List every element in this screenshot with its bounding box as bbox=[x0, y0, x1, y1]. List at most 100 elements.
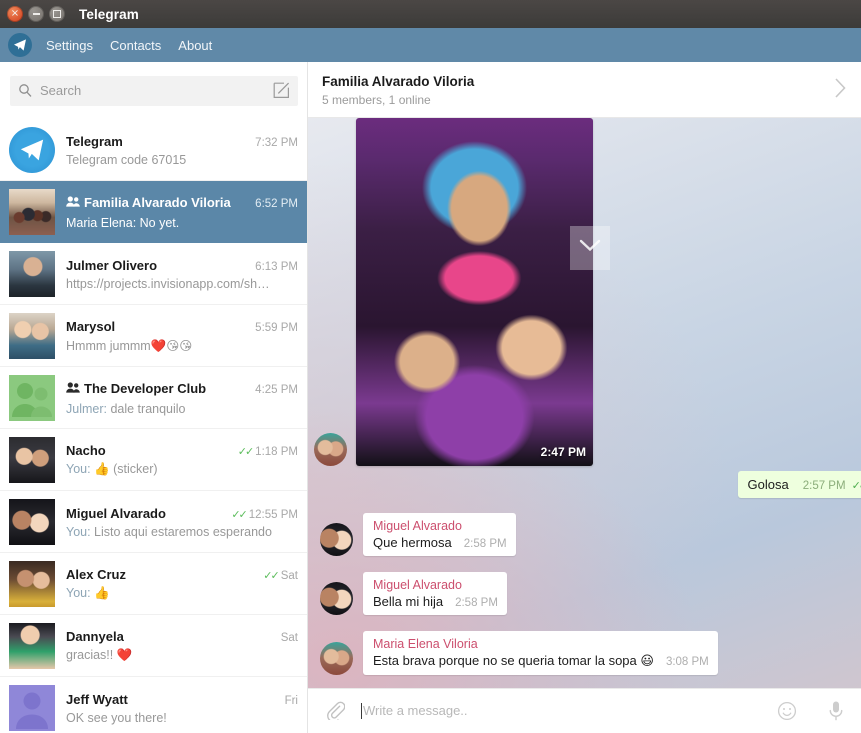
chat-item-preview: Telegram code 67015 bbox=[66, 152, 187, 167]
chat-item-preview: Julmer: dale tranquilo bbox=[66, 402, 298, 416]
chat-list-item-telegram[interactable]: Telegram 7:32 PM Telegram code 67015 bbox=[0, 119, 308, 181]
message-area[interactable]: 2:47 PM Golosa 2:57 PM ✓✓ Miguel Alvarad… bbox=[308, 118, 861, 688]
chat-item-text: Nacho ✓✓ 1:18 PM You: 👍 (sticker) bbox=[66, 443, 298, 477]
chat-item-preview-prefix: You: bbox=[66, 462, 95, 476]
menu-about[interactable]: About bbox=[178, 38, 212, 53]
message-bubble-outgoing[interactable]: Golosa 2:57 PM ✓✓ bbox=[737, 471, 861, 498]
message-row-incoming: Miguel Alvarado Que hermosa 2:58 PM bbox=[308, 513, 861, 556]
chat-list-item-familia-alvarado-viloria[interactable]: Familia Alvarado Viloria 6:52 PM Maria E… bbox=[0, 181, 308, 243]
menu-bar: Settings Contacts About bbox=[0, 28, 861, 62]
photo-message[interactable]: 2:47 PM bbox=[356, 118, 593, 466]
chat-item-text: Julmer Olivero 6:13 PM https://projects.… bbox=[66, 258, 298, 291]
search-bar: Search bbox=[0, 62, 308, 119]
chat-item-text: Dannyela Sat gracias!! ❤️ bbox=[66, 629, 298, 663]
chat-list-item-jeff-wyatt[interactable]: Jeff Wyatt Fri OK see you there! bbox=[0, 677, 308, 733]
message-row-incoming: Maria Elena Viloria Esta brava porque no… bbox=[308, 631, 861, 675]
text-caret bbox=[361, 702, 362, 719]
chat-item-name: Marysol bbox=[66, 318, 116, 334]
avatar bbox=[9, 189, 55, 235]
chat-item-time: 6:13 PM bbox=[255, 260, 298, 273]
group-icon bbox=[66, 194, 80, 212]
group-icon bbox=[66, 380, 80, 398]
chat-item-name: Miguel Alvarado bbox=[66, 505, 166, 521]
chat-item-name: The Developer Club bbox=[84, 381, 207, 396]
avatar bbox=[9, 375, 55, 421]
chat-item-preview: gracias!! ❤️ bbox=[66, 648, 133, 662]
maximize-button[interactable] bbox=[49, 6, 65, 22]
telegram-paper-plane-icon[interactable] bbox=[8, 33, 32, 57]
chat-item-time: 6:52 PM bbox=[255, 198, 298, 210]
title-bar: × Telegram bbox=[0, 0, 861, 28]
chat-list-item-alex-cruz[interactable]: Alex Cruz ✓✓ Sat You: 👍 bbox=[0, 553, 308, 615]
chat-item-preview-text: dale tranquilo bbox=[110, 402, 186, 416]
chat-item-text: Marysol 5:59 PM Hmmm jummm❤️😘😘 bbox=[66, 319, 298, 354]
chat-item-text: Jeff Wyatt Fri OK see you there! bbox=[66, 692, 298, 725]
close-button[interactable]: × bbox=[7, 6, 23, 22]
read-check-icon: ✓✓ bbox=[263, 570, 280, 582]
chevron-right-icon[interactable] bbox=[824, 77, 847, 103]
chat-item-preview: OK see you there! bbox=[66, 710, 167, 725]
message-row-incoming: Miguel Alvarado Bella mi hija 2:58 PM bbox=[308, 572, 861, 615]
menu-settings[interactable]: Settings bbox=[46, 38, 93, 53]
avatar bbox=[9, 685, 55, 731]
chat-item-name: Telegram bbox=[66, 133, 123, 149]
minimize-icon bbox=[32, 13, 40, 15]
search-icon bbox=[18, 83, 33, 98]
avatar bbox=[9, 623, 55, 669]
chat-list-item-dannyela[interactable]: Dannyela Sat gracias!! ❤️ bbox=[0, 615, 308, 677]
chat-item-name: Julmer Olivero bbox=[66, 257, 158, 273]
chat-list-item-miguel-alvarado[interactable]: Miguel Alvarado ✓✓ 12:55 PM You: Listo aq… bbox=[0, 491, 308, 553]
compose-new-message-icon[interactable] bbox=[273, 82, 290, 99]
chat-item-time: 7:32 PM bbox=[255, 136, 298, 149]
message-bubble-incoming[interactable]: Miguel Alvarado Bella mi hija 2:58 PM bbox=[363, 572, 507, 615]
chevron-down-icon bbox=[579, 239, 601, 257]
photo-message-image bbox=[356, 118, 593, 466]
menu-items: Settings Contacts About bbox=[46, 38, 212, 53]
scroll-to-bottom-button[interactable] bbox=[570, 226, 610, 270]
sidebar: Search Telegram 7:32 PM Telegram code 67… bbox=[0, 62, 308, 733]
chat-list-item-the-developer-club[interactable]: The Developer Club 4:25 PM Julmer: dale … bbox=[0, 367, 308, 429]
message-text: Que hermosa bbox=[373, 535, 452, 550]
chat-list-item-nacho[interactable]: Nacho ✓✓ 1:18 PM You: 👍 (sticker) bbox=[0, 429, 308, 491]
chat-item-preview: You: 👍 (sticker) bbox=[66, 462, 298, 477]
paperclip-icon[interactable] bbox=[326, 701, 346, 723]
avatar bbox=[9, 499, 55, 545]
chat-item-time: ✓✓ 1:18 PM bbox=[230, 445, 298, 458]
message-input[interactable]: Write a message.. bbox=[361, 702, 777, 719]
window-title: Telegram bbox=[79, 6, 139, 22]
message-time: 3:08 PM bbox=[665, 656, 709, 668]
minimize-button[interactable] bbox=[28, 6, 44, 22]
telegram-window: × Telegram Settings Contacts About Searc… bbox=[0, 0, 861, 733]
chat-subtitle: 5 members, 1 online bbox=[322, 92, 431, 107]
chat-item-name: Nacho bbox=[66, 443, 106, 458]
chat-list[interactable]: Telegram 7:32 PM Telegram code 67015 Fam… bbox=[0, 119, 308, 733]
chat-item-name: Alex Cruz bbox=[66, 567, 126, 582]
message-avatar bbox=[320, 642, 353, 675]
search-input[interactable]: Search bbox=[10, 75, 298, 106]
chat-title: Familia Alvarado Viloria bbox=[322, 73, 475, 89]
chat-item-text: Familia Alvarado Viloria 6:52 PM Maria E… bbox=[66, 194, 298, 230]
chat-item-preview-prefix: You: bbox=[66, 524, 95, 539]
message-author: Miguel Alvarado bbox=[373, 578, 462, 592]
chat-item-name: Jeff Wyatt bbox=[66, 691, 128, 707]
chat-item-time: 4:25 PM bbox=[255, 384, 298, 396]
avatar bbox=[9, 561, 55, 607]
chat-pane: Familia Alvarado Viloria 5 members, 1 on… bbox=[308, 62, 861, 733]
chat-item-text: Alex Cruz ✓✓ Sat You: 👍 bbox=[66, 567, 298, 601]
maximize-icon bbox=[53, 10, 61, 18]
menu-contacts[interactable]: Contacts bbox=[110, 38, 161, 53]
chat-header[interactable]: Familia Alvarado Viloria 5 members, 1 on… bbox=[308, 62, 861, 118]
close-icon: × bbox=[10, 7, 20, 19]
chat-item-preview-prefix: Julmer: bbox=[66, 402, 111, 416]
message-bubble-incoming[interactable]: Miguel Alvarado Que hermosa 2:58 PM bbox=[363, 513, 516, 556]
microphone-icon[interactable] bbox=[827, 700, 845, 722]
chat-item-name: Dannyela bbox=[66, 629, 124, 644]
chat-list-item-marysol[interactable]: Marysol 5:59 PM Hmmm jummm❤️😘😘 bbox=[0, 305, 308, 367]
read-check-icon: ✓✓ bbox=[231, 508, 248, 521]
chat-item-preview: Maria Elena: No yet. bbox=[66, 216, 180, 230]
message-bubble-incoming[interactable]: Maria Elena Viloria Esta brava porque no… bbox=[363, 631, 718, 675]
smiley-face-icon[interactable] bbox=[777, 701, 797, 721]
message-composer: Write a message.. bbox=[308, 688, 861, 733]
chat-list-item-julmer-olivero[interactable]: Julmer Olivero 6:13 PM https://projects.… bbox=[0, 243, 308, 305]
message-avatar bbox=[320, 523, 353, 556]
